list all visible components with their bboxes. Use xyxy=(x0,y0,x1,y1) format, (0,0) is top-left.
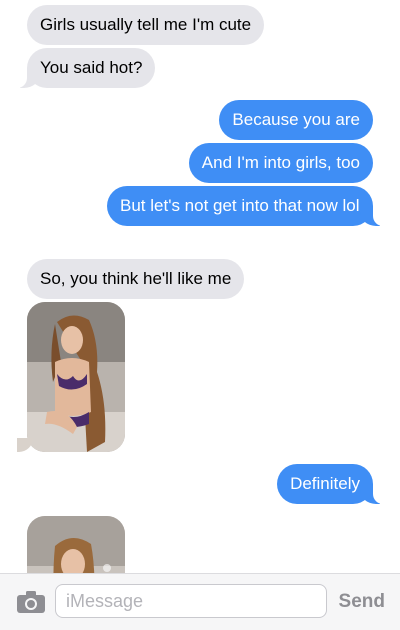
photo-image xyxy=(27,302,125,452)
message-text: Because you are xyxy=(232,110,360,129)
message-text: You said hot? xyxy=(40,58,143,77)
sent-message[interactable]: And I'm into girls, too xyxy=(188,143,373,183)
received-message[interactable]: You said hot? xyxy=(0,48,156,88)
message-text: So, you think he'll like me xyxy=(40,269,232,288)
message-text: But let's not get into that now lol xyxy=(120,196,360,215)
received-message[interactable]: So, you think he'll like me xyxy=(27,259,245,299)
camera-icon[interactable] xyxy=(16,590,46,614)
sent-message[interactable]: Because you are xyxy=(219,100,373,140)
sent-message[interactable]: But let's not get into that now lol xyxy=(107,186,399,226)
message-text: And I'm into girls, too xyxy=(201,153,360,172)
message-text: Girls usually tell me I'm cute xyxy=(40,15,252,34)
message-composer: Send xyxy=(0,573,400,630)
message-thread: Girls usually tell me I'm cute You said … xyxy=(0,0,400,630)
received-message[interactable]: Girls usually tell me I'm cute xyxy=(27,5,265,45)
message-text: Definitely xyxy=(290,474,360,493)
received-photo[interactable] xyxy=(17,302,125,452)
send-button[interactable]: Send xyxy=(339,591,385,613)
message-input[interactable] xyxy=(55,584,327,618)
photo-frame xyxy=(27,302,125,452)
sent-message[interactable]: Definitely xyxy=(277,464,399,504)
